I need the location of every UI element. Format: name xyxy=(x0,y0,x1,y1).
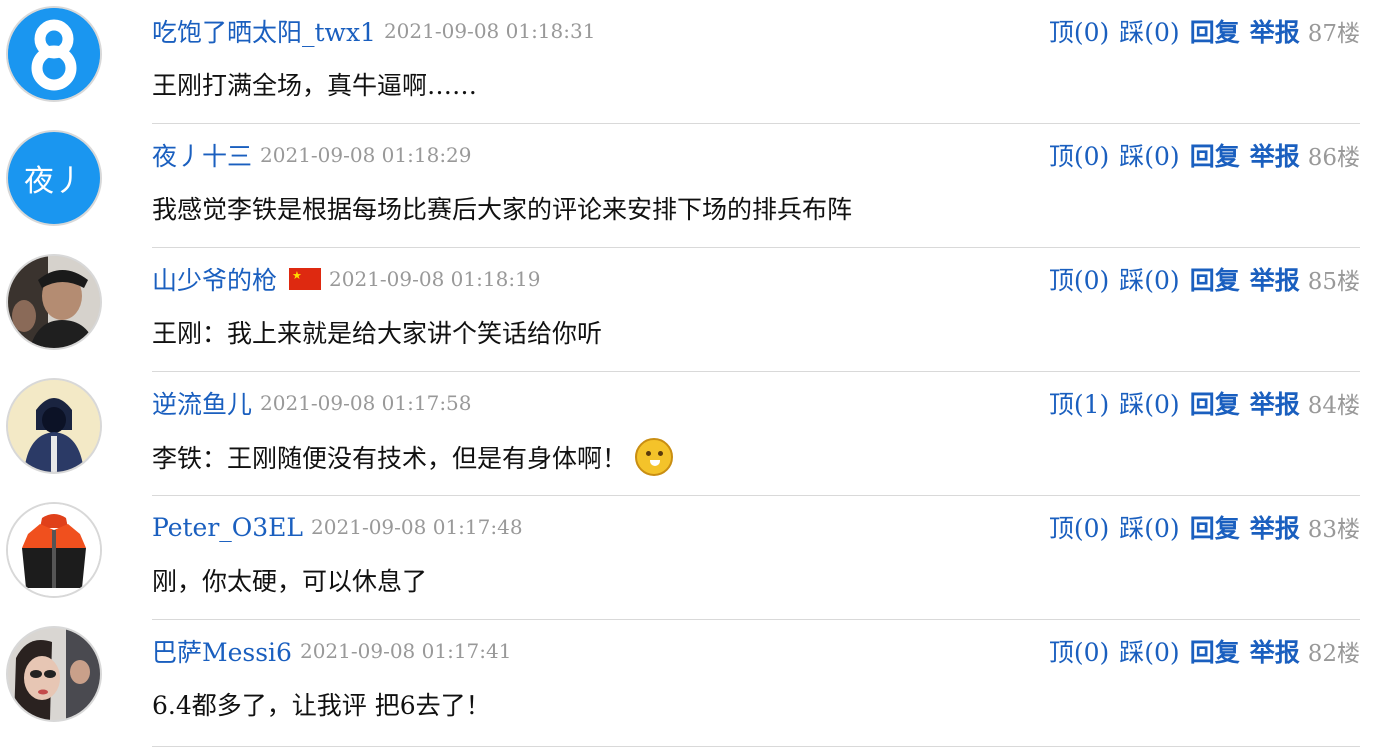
timestamp: 2021-09-08 01:17:58 xyxy=(260,391,472,415)
comment-text: 刚，你太硬，可以休息了 xyxy=(152,567,428,596)
username-link[interactable]: Peter_O3EL xyxy=(152,513,303,542)
report-button[interactable]: 举报 xyxy=(1250,633,1300,669)
timestamp: 2021-09-08 01:18:19 xyxy=(329,267,541,291)
username-link[interactable]: 吃饱了晒太阳_twx1 xyxy=(152,13,376,49)
report-button[interactable]: 举报 xyxy=(1250,385,1300,421)
reply-button[interactable]: 回复 xyxy=(1190,13,1240,49)
comment-text: 6.4都多了，让我评 把6去了！ xyxy=(152,691,491,720)
person-photo-avatar-icon xyxy=(8,256,100,348)
floor-number: 84楼 xyxy=(1307,393,1360,419)
timestamp: 2021-09-08 01:17:48 xyxy=(311,515,523,539)
timestamp: 2021-09-08 01:18:29 xyxy=(260,143,472,167)
comment-item: 吃饱了晒太阳_twx1 2021-09-08 01:18:31 顶(0) 踩(0… xyxy=(0,0,1376,124)
downvote-button[interactable]: 踩(0) xyxy=(1119,385,1179,421)
divider xyxy=(152,746,1360,747)
comment-text: 我感觉李铁是根据每场比赛后大家的评论来安排下场的排兵布阵 xyxy=(152,195,853,224)
username-link[interactable]: 夜丿十三 xyxy=(152,137,252,173)
timestamp: 2021-09-08 01:18:31 xyxy=(383,19,596,43)
report-button[interactable]: 举报 xyxy=(1250,509,1300,545)
floor-number: 87楼 xyxy=(1307,21,1360,47)
comment-item: 逆流鱼儿 2021-09-08 01:17:58 顶(1) 踩(0) 回复 举报… xyxy=(0,372,1376,496)
downvote-button[interactable]: 踩(0) xyxy=(1119,633,1179,669)
timestamp: 2021-09-08 01:17:41 xyxy=(299,639,512,663)
hooded-figure-avatar-icon xyxy=(8,380,100,472)
reply-button[interactable]: 回复 xyxy=(1190,509,1240,545)
avatar[interactable] xyxy=(6,254,102,350)
report-button[interactable]: 举报 xyxy=(1250,13,1300,49)
comment-item: 山少爷的枪 2021-09-08 01:18:19 顶(0) 踩(0) 回复 举… xyxy=(0,248,1376,372)
dog-emoji-icon xyxy=(635,438,674,476)
floor-number: 85楼 xyxy=(1307,269,1360,295)
comment-actions: 顶(1) 踩(0) 回复 举报 84楼 xyxy=(1039,385,1360,421)
number-8-avatar-icon xyxy=(8,8,100,100)
comment-actions: 顶(0) 踩(0) 回复 举报 85楼 xyxy=(1039,261,1360,297)
comment-text: 王刚：我上来就是给大家讲个笑话给你听 xyxy=(152,319,603,348)
comment-meta: Peter_O3EL 2021-09-08 01:17:48 xyxy=(152,512,523,542)
upvote-button[interactable]: 顶(1) xyxy=(1049,385,1109,421)
comment-actions: 顶(0) 踩(0) 回复 举报 86楼 xyxy=(1039,137,1360,173)
comment-actions: 顶(0) 踩(0) 回复 举报 83楼 xyxy=(1039,509,1360,545)
comment-meta: 山少爷的枪 2021-09-08 01:18:19 xyxy=(152,261,541,297)
avatar[interactable]: 夜丿 xyxy=(6,130,102,226)
china-flag-icon xyxy=(289,268,322,290)
avatar[interactable] xyxy=(6,6,102,102)
upvote-button[interactable]: 顶(0) xyxy=(1049,509,1109,545)
jacket-avatar-icon xyxy=(8,504,100,596)
floor-number: 83楼 xyxy=(1307,517,1360,543)
reply-button[interactable]: 回复 xyxy=(1190,385,1240,421)
username-link[interactable]: 逆流鱼儿 xyxy=(152,385,252,421)
comment-item: Peter_O3EL 2021-09-08 01:17:48 顶(0) 踩(0)… xyxy=(0,496,1376,620)
comment-meta: 逆流鱼儿 2021-09-08 01:17:58 xyxy=(152,385,472,421)
comment-text-content: 李铁：王刚随便没有技术，但是有身体啊！ xyxy=(152,444,628,473)
comment-meta: 吃饱了晒太阳_twx1 2021-09-08 01:18:31 xyxy=(152,13,596,49)
report-button[interactable]: 举报 xyxy=(1250,261,1300,297)
avatar[interactable] xyxy=(6,502,102,598)
upvote-button[interactable]: 顶(0) xyxy=(1049,633,1109,669)
avatar[interactable] xyxy=(6,626,102,722)
selfie-avatar-icon xyxy=(8,628,100,720)
username-link[interactable]: 巴萨Messi6 xyxy=(152,633,292,669)
floor-number: 82楼 xyxy=(1307,641,1360,667)
comment-item: 巴萨Messi6 2021-09-08 01:17:41 顶(0) 踩(0) 回… xyxy=(0,620,1376,744)
avatar-text: 夜丿 xyxy=(24,164,84,199)
upvote-button[interactable]: 顶(0) xyxy=(1049,261,1109,297)
downvote-button[interactable]: 踩(0) xyxy=(1119,261,1179,297)
reply-button[interactable]: 回复 xyxy=(1190,633,1240,669)
comment-actions: 顶(0) 踩(0) 回复 举报 82楼 xyxy=(1039,633,1360,669)
downvote-button[interactable]: 踩(0) xyxy=(1119,13,1179,49)
reply-button[interactable]: 回复 xyxy=(1190,137,1240,173)
floor-number: 86楼 xyxy=(1307,145,1360,171)
comment-actions: 顶(0) 踩(0) 回复 举报 87楼 xyxy=(1039,13,1360,49)
comment-text: 王刚打满全场，真牛逼啊…… xyxy=(152,71,478,100)
comment-item: 夜丿 夜丿十三 2021-09-08 01:18:29 顶(0) 踩(0) 回复… xyxy=(0,124,1376,248)
comment-text: 李铁：王刚随便没有技术，但是有身体啊！ xyxy=(152,438,674,476)
comment-meta: 夜丿十三 2021-09-08 01:18:29 xyxy=(152,137,472,173)
username-link[interactable]: 山少爷的枪 xyxy=(152,261,277,297)
reply-button[interactable]: 回复 xyxy=(1190,261,1240,297)
downvote-button[interactable]: 踩(0) xyxy=(1119,509,1179,545)
upvote-button[interactable]: 顶(0) xyxy=(1049,137,1109,173)
comment-meta: 巴萨Messi6 2021-09-08 01:17:41 xyxy=(152,633,512,669)
avatar[interactable] xyxy=(6,378,102,474)
upvote-button[interactable]: 顶(0) xyxy=(1049,13,1109,49)
report-button[interactable]: 举报 xyxy=(1250,137,1300,173)
downvote-button[interactable]: 踩(0) xyxy=(1119,137,1179,173)
